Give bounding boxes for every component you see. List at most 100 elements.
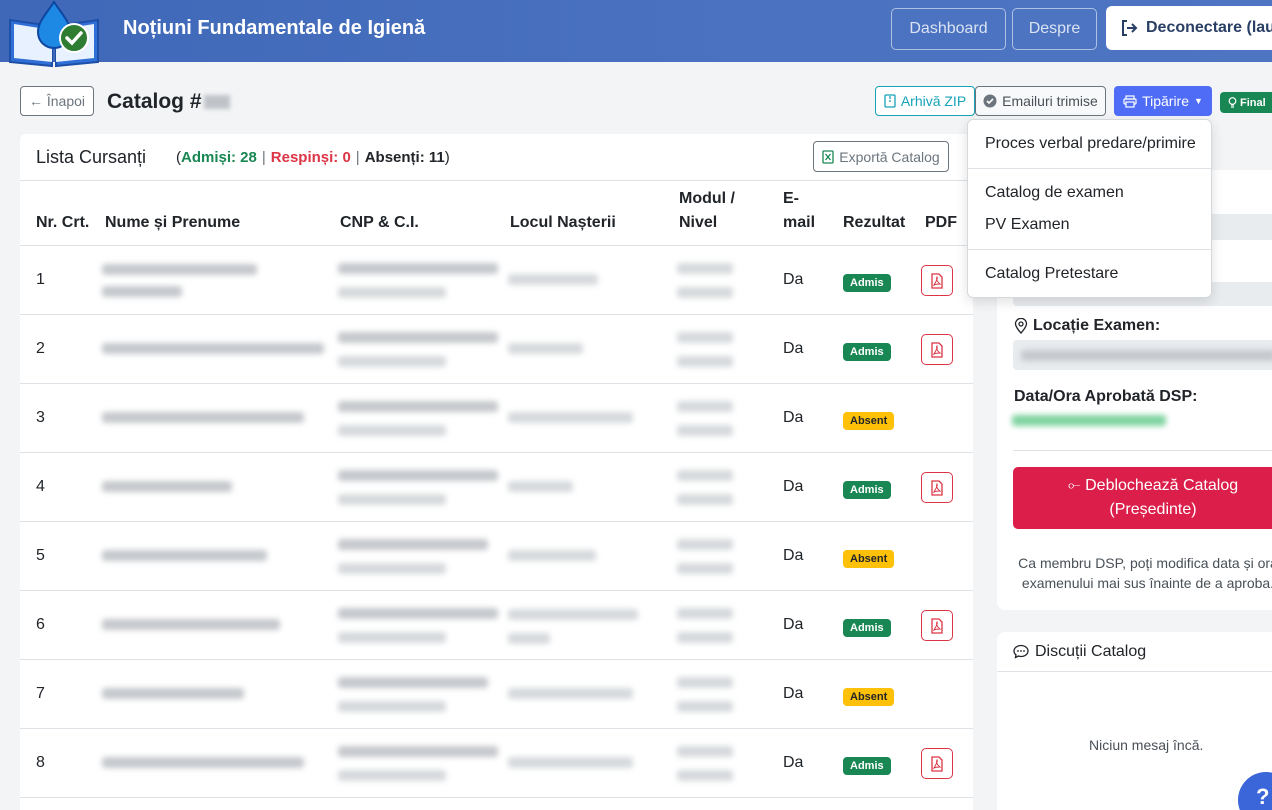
- col-cnp: CNP & C.I.: [340, 214, 419, 231]
- module-redacted: [677, 356, 733, 367]
- check-circle-icon: [983, 94, 997, 108]
- unlock-label-line1: ⟜ Deblochează Catalog: [1067, 477, 1239, 494]
- pdf-download-button[interactable]: [921, 610, 953, 641]
- result-badge: Admis: [843, 274, 891, 292]
- list-title: Lista Cursanți: [36, 147, 147, 167]
- module-redacted: [677, 539, 733, 550]
- print-dropdown-button[interactable]: Tipărire ▼: [1114, 86, 1212, 116]
- location-pin-icon: [1014, 318, 1028, 334]
- name-redacted: [102, 619, 280, 630]
- col-modul-line2: Nivel: [679, 214, 718, 231]
- table-row: 3 Da Absent: [20, 384, 973, 453]
- row-nr: 8: [36, 754, 45, 771]
- row-nr: 3: [36, 409, 45, 426]
- result-badge: Admis: [843, 343, 891, 361]
- catalog-number-redacted: [203, 95, 230, 110]
- top-navbar: Noțiuni Fundamentale de Igienă Dashboard…: [0, 0, 1272, 68]
- module-redacted: [677, 401, 733, 412]
- module-redacted: [677, 494, 733, 505]
- chat-title: Discuții Catalog: [1035, 642, 1147, 660]
- students-card: Lista Cursanți (Admiși: 28 | Respinși: 0 | A…: [20, 134, 973, 810]
- row-nr: 2: [36, 340, 45, 357]
- admisi-count: Admiși: 28: [181, 149, 257, 166]
- name-redacted: [102, 481, 232, 492]
- menu-item-pv-examen[interactable]: PV Examen: [985, 216, 1069, 234]
- dsp-note: Ca membru DSP, poți modifica data și ora…: [1013, 553, 1272, 593]
- finalize-label: Final: [1240, 96, 1266, 109]
- ci-redacted: [338, 632, 446, 643]
- zip-archive-label: Arhivă ZIP: [900, 93, 967, 109]
- table-row: 1 Da Admis: [20, 246, 973, 315]
- print-label: Tipărire: [1142, 93, 1189, 109]
- ci-redacted: [338, 494, 446, 505]
- nav-dashboard-button[interactable]: Dashboard: [891, 8, 1006, 50]
- pdf-file-icon: [930, 479, 944, 496]
- unlock-label-line2: (Președinte): [1109, 501, 1197, 518]
- menu-item-catalog-examen[interactable]: Catalog de examen: [985, 184, 1124, 202]
- cnp-redacted: [338, 332, 498, 343]
- chat-header: Discuții Catalog: [997, 632, 1272, 672]
- location-redacted: [1021, 350, 1272, 361]
- col-rezultat: Rezultat: [843, 214, 906, 231]
- email-status: Da: [783, 754, 804, 771]
- app-logo-icon[interactable]: [6, 0, 102, 70]
- print-dropdown-menu: Proces verbal predare/primire Catalog de…: [967, 119, 1212, 298]
- col-locul: Locul Nașterii: [510, 214, 616, 231]
- zip-file-icon: [884, 94, 896, 108]
- absenti-count: Absenți: 11: [364, 149, 445, 166]
- birthplace-redacted: [508, 757, 633, 768]
- cnp-redacted: [338, 677, 488, 688]
- birthplace-redacted: [508, 550, 596, 561]
- col-pdf: PDF: [925, 214, 957, 231]
- pdf-download-button[interactable]: [921, 334, 953, 365]
- menu-item-catalog-pretestare[interactable]: Catalog Pretestare: [985, 265, 1118, 283]
- emails-sent-button[interactable]: Emailuri trimise: [975, 86, 1106, 116]
- location-label-text: Locație Examen:: [1033, 317, 1161, 334]
- col-nr: Nr. Crt.: [36, 214, 90, 231]
- zip-archive-button[interactable]: Arhivă ZIP: [875, 86, 975, 116]
- result-badge: Absent: [843, 550, 895, 568]
- result-badge: Admis: [843, 757, 891, 775]
- page-title: Catalog #: [107, 90, 230, 114]
- ci-redacted: [338, 425, 446, 436]
- row-nr: 6: [36, 616, 45, 633]
- logout-button[interactable]: Deconectare (lau: [1106, 6, 1272, 50]
- menu-item-proces-verbal[interactable]: Proces verbal predare/primire: [985, 135, 1196, 153]
- location-field[interactable]: [1013, 340, 1272, 370]
- excel-file-icon: [822, 149, 834, 164]
- pdf-download-button[interactable]: [921, 472, 953, 503]
- birthplace-redacted: [508, 688, 633, 699]
- pdf-file-icon: [930, 272, 944, 289]
- col-email-line1: E-: [783, 190, 799, 207]
- pdf-download-button[interactable]: [921, 748, 953, 779]
- unlock-catalog-button[interactable]: ⟜ Deblochează Catalog (Președinte): [1013, 467, 1272, 529]
- app-title[interactable]: Noțiuni Fundamentale de Igienă: [123, 17, 425, 40]
- cnp-redacted: [338, 608, 498, 619]
- cnp-redacted: [338, 401, 498, 412]
- table-row: 6 Da Admis: [20, 591, 973, 660]
- col-modul-line1: Modul /: [679, 190, 735, 207]
- email-status: Da: [783, 409, 804, 426]
- dsp-note-line1: Ca membru DSP, poți modifica data și ora: [1018, 555, 1272, 571]
- email-status: Da: [783, 616, 804, 633]
- pdf-download-button[interactable]: [921, 265, 953, 296]
- nav-despre-button[interactable]: Despre: [1012, 8, 1097, 50]
- col-nume: Nume și Prenume: [105, 214, 241, 231]
- finalize-button[interactable]: Final: [1220, 92, 1272, 113]
- chat-card: Discuții Catalog Niciun mesaj încă.: [997, 632, 1272, 810]
- row-nr: 7: [36, 685, 45, 702]
- cnp-redacted: [338, 746, 498, 757]
- export-catalog-button[interactable]: Exportă Catalog: [813, 141, 949, 172]
- birthplace-redacted: [508, 412, 633, 423]
- module-redacted: [677, 563, 733, 574]
- birthplace-redacted: [508, 343, 583, 354]
- menu-divider: [968, 249, 1211, 250]
- birthplace-redacted: [508, 274, 598, 285]
- ci-redacted: [338, 701, 446, 712]
- birthplace-redacted: [508, 633, 550, 644]
- ci-redacted: [338, 563, 446, 574]
- results-summary: (Admiși: 28 | Respinși: 0 | Absenți: 11): [176, 149, 450, 166]
- table-row: 4 Da Admis: [20, 453, 973, 522]
- printer-icon: [1123, 94, 1137, 108]
- back-button[interactable]: ← Înapoi: [20, 86, 94, 116]
